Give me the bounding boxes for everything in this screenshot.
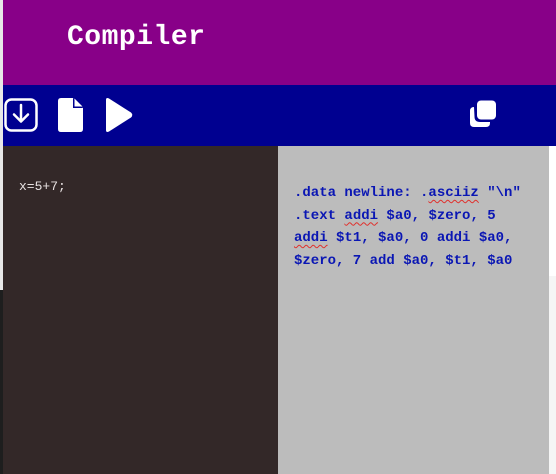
compiler-app: Compiler x=5+7; .data newline: .asciiz "… <box>0 0 556 474</box>
assembly-line: $zero, 7 add $a0, $t1, $a0 <box>294 250 549 273</box>
assembly-line: addi $t1, $a0, 0 addi $a0, <box>294 227 549 250</box>
copy-icon[interactable] <box>468 99 498 129</box>
play-icon[interactable] <box>102 97 134 133</box>
toolbar <box>3 85 556 146</box>
assembly-token: $zero, 7 add $a0, $t1, $a0 <box>294 252 513 269</box>
source-editor[interactable]: x=5+7; <box>3 146 278 474</box>
misspelled-token: addi <box>294 230 328 246</box>
file-icon[interactable] <box>55 97 85 133</box>
right-edge <box>549 146 556 474</box>
right-edge-lower <box>549 276 556 474</box>
source-code[interactable]: x=5+7; <box>19 179 66 194</box>
assembly-token: $a0, $zero, 5 <box>378 207 496 224</box>
assembly-line: .data newline: .asciiz "\n" <box>294 182 549 205</box>
assembly-token: $t1, $a0, 0 addi $a0, <box>327 230 513 246</box>
assembly-token: "\n" <box>478 185 521 201</box>
misspelled-token: asciiz <box>428 185 479 201</box>
assembly-text: .data newline: .asciiz "\n" .text addi $a… <box>294 182 549 272</box>
assembly-token: .text <box>294 207 345 224</box>
assembly-token: .data newline: . <box>294 185 429 201</box>
misspelled-token: addi <box>344 207 379 224</box>
download-icon[interactable] <box>3 97 39 133</box>
assembly-line: .text addi $a0, $zero, 5 <box>294 205 549 228</box>
assembly-output: .data newline: .asciiz "\n" .text addi $a… <box>278 146 549 474</box>
app-title: Compiler <box>67 22 206 53</box>
app-header: Compiler <box>3 0 556 85</box>
